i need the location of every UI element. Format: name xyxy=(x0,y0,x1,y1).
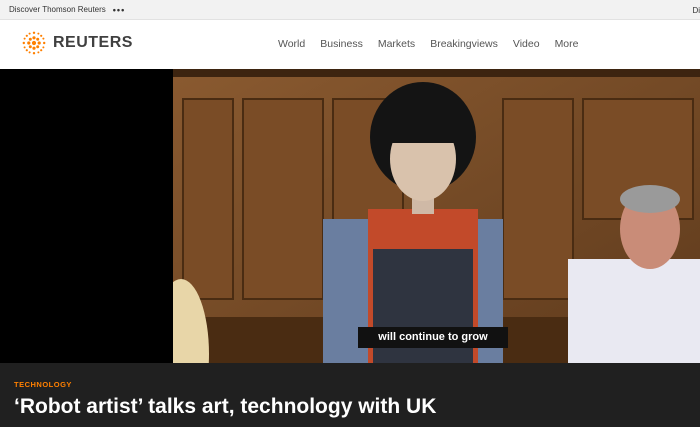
site-header: REUTERS World Business Markets Breakingv… xyxy=(0,20,700,69)
nav-item-world[interactable]: World xyxy=(278,38,305,50)
article-headline[interactable]: ‘Robot artist’ talks art, technology wit… xyxy=(14,395,436,419)
nav-item-breakingviews[interactable]: Breakingviews xyxy=(430,38,498,50)
main-nav: World Business Markets Breakingviews Vid… xyxy=(278,38,594,50)
video-still xyxy=(173,69,700,363)
top-utility-bar: Discover Thomson Reuters ••• Di xyxy=(0,0,700,20)
headline-band: TECHNOLOGY ‘Robot artist’ talks art, tec… xyxy=(0,363,700,427)
section-kicker[interactable]: TECHNOLOGY xyxy=(14,380,72,389)
video-frame[interactable] xyxy=(173,69,700,363)
nav-item-more[interactable]: More xyxy=(555,38,579,50)
reuters-wordmark: REUTERS xyxy=(53,34,133,51)
video-player[interactable]: will continue to grow xyxy=(0,69,700,363)
nav-item-markets[interactable]: Markets xyxy=(378,38,415,50)
reuters-logo-icon xyxy=(22,31,46,55)
video-caption: will continue to grow xyxy=(358,327,508,348)
discover-thomson-reuters-link[interactable]: Discover Thomson Reuters xyxy=(9,5,106,14)
nav-item-business[interactable]: Business xyxy=(320,38,363,50)
more-options-icon[interactable]: ••• xyxy=(113,5,125,14)
nav-item-video[interactable]: Video xyxy=(513,38,540,50)
reuters-logo[interactable]: REUTERS xyxy=(21,30,133,56)
topbar-right-link[interactable]: Di xyxy=(692,6,700,15)
